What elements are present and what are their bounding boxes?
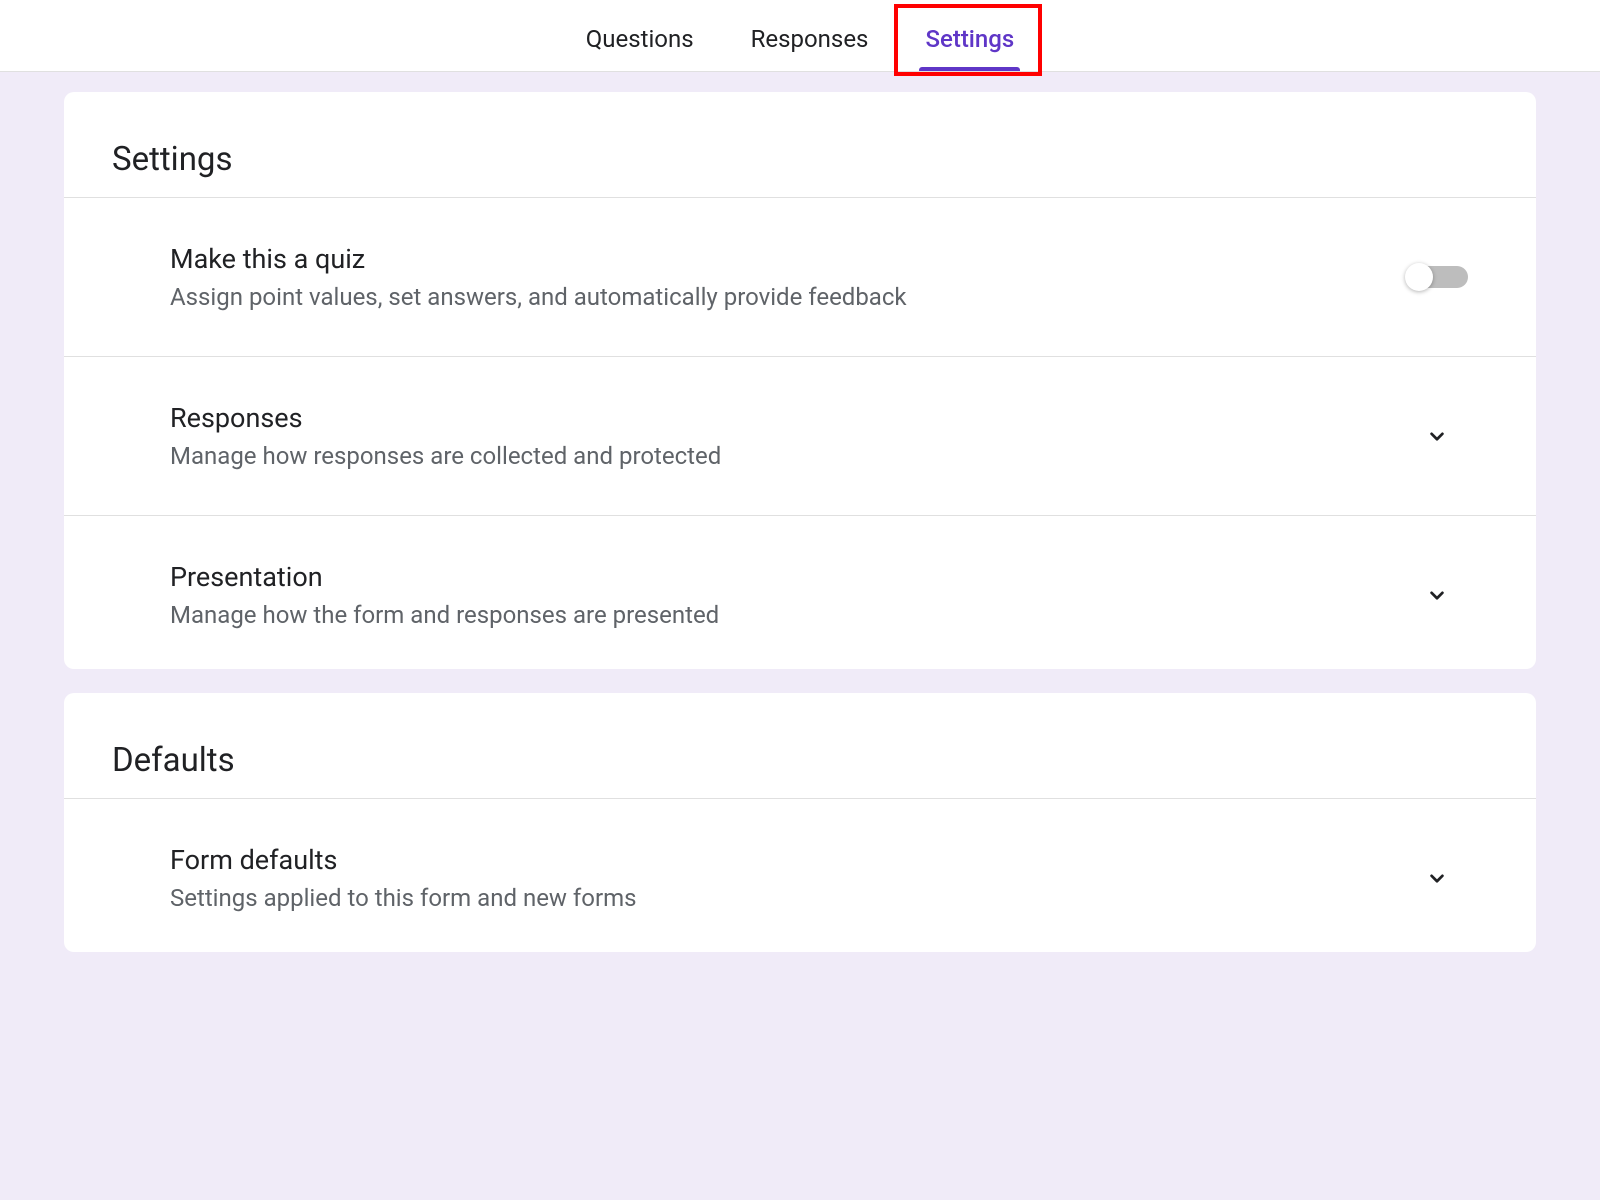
chevron-down-icon — [1424, 865, 1450, 891]
presentation-section-text: Presentation Manage how the form and res… — [170, 561, 1404, 629]
quiz-subtitle: Assign point values, set answers, and au… — [170, 283, 1408, 311]
responses-section[interactable]: Responses Manage how responses are colle… — [64, 357, 1536, 516]
defaults-card-title: Defaults — [64, 723, 1536, 799]
settings-card-title: Settings — [64, 122, 1536, 198]
presentation-title: Presentation — [170, 561, 1404, 593]
tabs-bar: Questions Responses Settings — [0, 0, 1600, 72]
form-defaults-subtitle: Settings applied to this form and new fo… — [170, 884, 1404, 912]
chevron-down-icon — [1424, 423, 1450, 449]
quiz-toggle[interactable] — [1408, 266, 1468, 288]
quiz-title: Make this a quiz — [170, 243, 1408, 275]
responses-title: Responses — [170, 402, 1404, 434]
presentation-subtitle: Manage how the form and responses are pr… — [170, 601, 1404, 629]
settings-card: Settings Make this a quiz Assign point v… — [64, 92, 1536, 669]
responses-expand[interactable] — [1424, 423, 1450, 449]
quiz-section: Make this a quiz Assign point values, se… — [64, 198, 1536, 357]
responses-subtitle: Manage how responses are collected and p… — [170, 442, 1404, 470]
tab-settings[interactable]: Settings — [919, 7, 1020, 71]
quiz-section-text: Make this a quiz Assign point values, se… — [170, 243, 1408, 311]
form-defaults-section-text: Form defaults Settings applied to this f… — [170, 844, 1404, 912]
content-area: Settings Make this a quiz Assign point v… — [0, 72, 1600, 996]
tab-questions[interactable]: Questions — [580, 7, 700, 71]
chevron-down-icon — [1424, 582, 1450, 608]
form-defaults-section[interactable]: Form defaults Settings applied to this f… — [64, 799, 1536, 922]
quiz-toggle-knob — [1405, 263, 1433, 291]
form-defaults-expand[interactable] — [1424, 865, 1450, 891]
tab-responses[interactable]: Responses — [745, 7, 875, 71]
presentation-expand[interactable] — [1424, 582, 1450, 608]
defaults-card: Defaults Form defaults Settings applied … — [64, 693, 1536, 952]
responses-section-text: Responses Manage how responses are colle… — [170, 402, 1404, 470]
presentation-section[interactable]: Presentation Manage how the form and res… — [64, 516, 1536, 639]
form-defaults-title: Form defaults — [170, 844, 1404, 876]
